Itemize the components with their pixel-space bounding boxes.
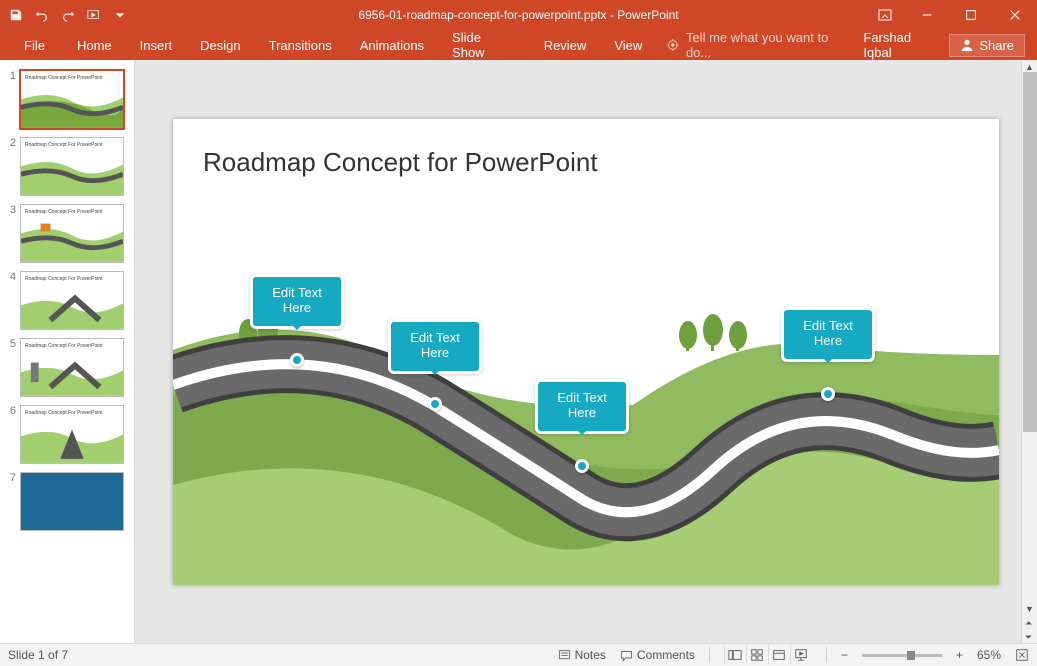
- fit-to-window-button[interactable]: [1015, 648, 1029, 662]
- tell-me-label: Tell me what you want to do...: [686, 30, 853, 60]
- thumbnail-number: 7: [6, 472, 16, 484]
- minimize-button[interactable]: [905, 0, 949, 30]
- share-label: Share: [979, 38, 1014, 53]
- pin-1[interactable]: [290, 353, 304, 367]
- pin-2[interactable]: [428, 397, 442, 411]
- account-name[interactable]: Farshad Iqbal: [863, 30, 939, 60]
- start-from-beginning-icon[interactable]: [86, 7, 102, 23]
- status-bar: Slide 1 of 7 Notes Comments − + 65%: [0, 643, 1037, 666]
- redo-icon[interactable]: [60, 7, 76, 23]
- callout-3[interactable]: Edit Text Here: [535, 379, 629, 434]
- thumbnail-number: 3: [6, 204, 16, 216]
- thumbnail-1[interactable]: 1 Roadmap Concept For PowerPoint: [0, 66, 134, 133]
- window-title: 6956-01-roadmap-concept-for-powerpoint.p…: [358, 8, 678, 22]
- document-name: 6956-01-roadmap-concept-for-powerpoint.p…: [358, 8, 606, 22]
- next-slide-icon[interactable]: ⏷: [1023, 630, 1034, 644]
- notes-button[interactable]: Notes: [558, 648, 606, 662]
- close-button[interactable]: [993, 0, 1037, 30]
- share-button[interactable]: Share: [949, 34, 1025, 57]
- app-name: PowerPoint: [617, 8, 678, 22]
- thumbnail-3[interactable]: 3 Roadmap Concept For PowerPoint: [0, 200, 134, 267]
- slideshow-view-button[interactable]: [790, 645, 812, 665]
- qa-customize-icon[interactable]: [112, 7, 128, 23]
- comments-button[interactable]: Comments: [620, 648, 695, 662]
- thumbnail-7[interactable]: 7: [0, 468, 134, 535]
- thumbnail-5[interactable]: 5 Roadmap Concept For PowerPoint: [0, 334, 134, 401]
- slide-counter[interactable]: Slide 1 of 7: [8, 648, 68, 662]
- normal-view-button[interactable]: [724, 645, 746, 665]
- separator: [826, 647, 827, 663]
- tab-design[interactable]: Design: [186, 30, 254, 60]
- workspace: 1 Roadmap Concept For PowerPoint 2 Roadm…: [0, 60, 1037, 643]
- maximize-button[interactable]: [949, 0, 993, 30]
- thumbnail-number: 1: [6, 70, 16, 82]
- slide-sorter-view-button[interactable]: [746, 645, 768, 665]
- scrollbar-thumb[interactable]: [1023, 72, 1037, 432]
- save-icon[interactable]: [8, 7, 24, 23]
- pin-4[interactable]: [821, 387, 835, 401]
- tell-me-search[interactable]: Tell me what you want to do...: [656, 30, 863, 60]
- separator: [709, 647, 710, 663]
- slide-canvas[interactable]: Roadmap Concept for PowerPoint: [173, 119, 999, 585]
- tab-review[interactable]: Review: [530, 30, 601, 60]
- callout-2[interactable]: Edit Text Here: [388, 319, 482, 374]
- view-buttons: [724, 645, 812, 665]
- tab-file[interactable]: File: [6, 30, 63, 60]
- zoom-in-button[interactable]: +: [956, 648, 963, 662]
- tab-transitions[interactable]: Transitions: [255, 30, 346, 60]
- tab-slideshow[interactable]: Slide Show: [438, 30, 530, 60]
- reading-view-button[interactable]: [768, 645, 790, 665]
- title-bar: 6956-01-roadmap-concept-for-powerpoint.p…: [0, 0, 1037, 30]
- thumbnail-number: 6: [6, 405, 16, 417]
- tab-animations[interactable]: Animations: [346, 30, 438, 60]
- slide-editor-area: Roadmap Concept for PowerPoint: [135, 60, 1037, 643]
- callout-4[interactable]: Edit Text Here: [781, 307, 875, 362]
- undo-icon[interactable]: [34, 7, 50, 23]
- prev-slide-icon[interactable]: ⏶: [1023, 616, 1034, 630]
- slide-thumbnail-pane[interactable]: 1 Roadmap Concept For PowerPoint 2 Roadm…: [0, 60, 135, 643]
- pin-3[interactable]: [575, 459, 589, 473]
- ribbon-display-options-icon[interactable]: [865, 0, 905, 30]
- quick-access-toolbar: [0, 7, 136, 23]
- thumbnail-6[interactable]: 6 Roadmap Concept For PowerPoint: [0, 401, 134, 468]
- thumbnail-4[interactable]: 4 Roadmap Concept For PowerPoint: [0, 267, 134, 334]
- slide-title[interactable]: Roadmap Concept for PowerPoint: [203, 147, 598, 178]
- tab-home[interactable]: Home: [63, 30, 126, 60]
- account-area: Farshad Iqbal Share: [863, 30, 1031, 60]
- zoom-slider[interactable]: [862, 654, 942, 657]
- zoom-out-button[interactable]: −: [841, 648, 848, 662]
- ribbon-tabs: File Home Insert Design Transitions Anim…: [0, 30, 1037, 60]
- tab-insert[interactable]: Insert: [126, 30, 187, 60]
- callout-1[interactable]: Edit Text Here: [250, 274, 344, 329]
- window-controls: [865, 0, 1037, 30]
- scroll-down-icon[interactable]: ▼: [1023, 602, 1036, 616]
- vertical-scrollbar[interactable]: ▲ ▼ ⏶ ⏷: [1021, 60, 1037, 643]
- thumbnail-number: 2: [6, 137, 16, 149]
- thumbnail-number: 4: [6, 271, 16, 283]
- thumbnail-2[interactable]: 2 Roadmap Concept For PowerPoint: [0, 133, 134, 200]
- tab-view[interactable]: View: [600, 30, 656, 60]
- thumbnail-number: 5: [6, 338, 16, 350]
- zoom-level[interactable]: 65%: [977, 648, 1001, 662]
